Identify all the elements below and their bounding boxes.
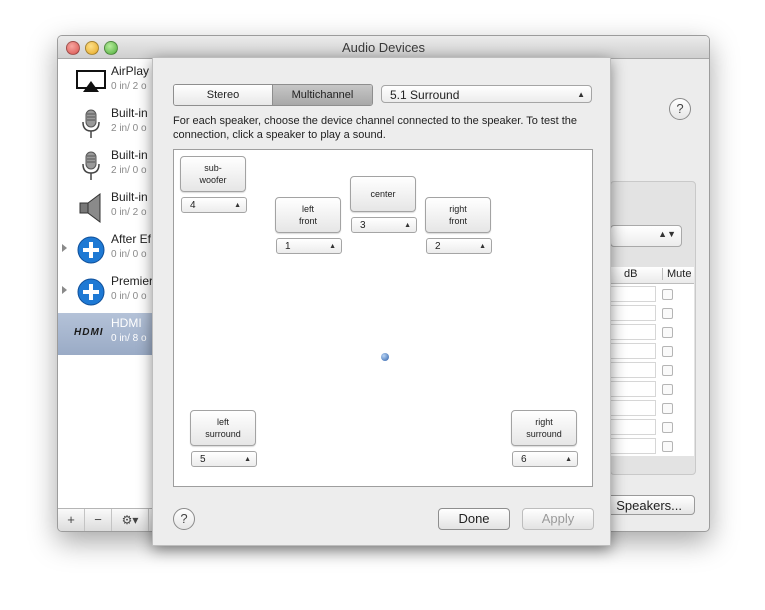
device-channels: 0 in/ 2 o — [111, 81, 147, 92]
device-channels: 0 in/ 8 o — [111, 333, 147, 344]
device-name: Built-in — [111, 190, 148, 204]
device-name: After Ef — [111, 232, 152, 246]
channel-value: 1 — [285, 241, 291, 252]
speaker-right-front[interactable]: right front — [425, 197, 491, 233]
device-channels: 2 in/ 0 o — [111, 165, 147, 176]
left-front-channel-stepper[interactable]: 1 ▲ — [276, 238, 342, 254]
remove-device-button[interactable]: − — [85, 509, 112, 531]
mute-column-header: Mute — [662, 268, 691, 280]
db-field[interactable] — [610, 305, 656, 321]
mute-checkbox[interactable] — [662, 365, 673, 376]
db-field[interactable] — [610, 362, 656, 378]
tab-stereo[interactable]: Stereo — [174, 85, 273, 105]
chevron-updown-icon: ▲ — [234, 202, 241, 209]
window-title: Audio Devices — [341, 40, 426, 55]
device-name: HDMI — [111, 316, 142, 330]
device-channels: 2 in/ 0 o — [111, 123, 147, 134]
device-channels: 0 in/ 0 o — [111, 291, 147, 302]
device-list: AirPlay 0 in/ 2 o Built-in 2 in/ 0 o Bui… — [58, 59, 155, 508]
chevron-updown-icon: ▲ — [577, 90, 585, 99]
speaker-layout-value: 5.1 Surround — [390, 88, 460, 102]
airplay-icon — [76, 70, 106, 92]
mute-checkbox[interactable] — [662, 422, 673, 433]
right-front-channel-stepper[interactable]: 2 ▲ — [426, 238, 492, 254]
done-button[interactable]: Done — [438, 508, 510, 530]
apply-button[interactable]: Apply — [522, 508, 594, 530]
disclosure-triangle-icon[interactable] — [62, 244, 67, 252]
db-field[interactable] — [610, 343, 656, 359]
right-surround-channel-stepper[interactable]: 6 ▲ — [512, 451, 578, 467]
speaker-right-surround[interactable]: right surround — [511, 410, 577, 446]
speaker-layout-popup[interactable]: 5.1 Surround ▲ — [381, 85, 592, 103]
db-field[interactable] — [610, 324, 656, 340]
chevron-updown-icon: ▲ — [329, 243, 336, 250]
channel-value: 4 — [190, 200, 196, 211]
aggregate-plus-icon — [77, 236, 105, 264]
speaker-left-surround[interactable]: left surround — [190, 410, 256, 446]
aggregate-plus-icon — [77, 278, 105, 306]
channel-table — [610, 284, 694, 456]
device-channels: 0 in/ 0 o — [111, 249, 147, 260]
channel-value: 3 — [360, 220, 366, 231]
microphone-icon — [82, 109, 100, 138]
channel-value: 2 — [435, 241, 441, 252]
device-channels: 0 in/ 2 o — [111, 207, 147, 218]
mode-segmented-control: Stereo Multichannel — [173, 84, 373, 106]
device-item-builtin-mic-1[interactable]: Built-in 2 in/ 0 o — [58, 103, 154, 145]
mute-checkbox[interactable] — [662, 384, 673, 395]
chevron-updown-icon: ▲ — [244, 456, 251, 463]
device-name: Built-in — [111, 148, 148, 162]
gear-menu-button[interactable]: ⚙▾ — [112, 509, 149, 531]
add-device-button[interactable]: + — [58, 509, 85, 531]
instructions-text: For each speaker, choose the device chan… — [173, 115, 578, 141]
db-column-header: dB — [624, 268, 638, 280]
tab-multichannel[interactable]: Multichannel — [273, 85, 372, 105]
help-button[interactable]: ? — [669, 98, 691, 120]
mute-checkbox[interactable] — [662, 289, 673, 300]
speaker-center[interactable]: center — [350, 176, 416, 212]
device-item-builtin-output[interactable]: Built-in 0 in/ 2 o — [58, 187, 154, 229]
device-item-builtin-mic-2[interactable]: Built-in 2 in/ 0 o — [58, 145, 154, 187]
mute-checkbox[interactable] — [662, 441, 673, 452]
chevron-updown-icon: ▲ — [565, 456, 572, 463]
db-field[interactable] — [610, 400, 656, 416]
mute-checkbox[interactable] — [662, 403, 673, 414]
speaker-subwoofer[interactable]: sub- woofer — [180, 156, 246, 192]
chevron-updown-icon: ▲ — [404, 222, 411, 229]
db-field[interactable] — [610, 438, 656, 454]
db-field[interactable] — [610, 381, 656, 397]
device-item-after-effects[interactable]: After Ef 0 in/ 0 o — [58, 229, 154, 271]
mute-checkbox[interactable] — [662, 327, 673, 338]
speaker-layout-area: sub- woofer 4 ▲ left front 1 ▲ center 3 ▲ r… — [173, 149, 593, 487]
device-list-toolbar: + − ⚙▾ — [58, 508, 154, 531]
center-channel-stepper[interactable]: 3 ▲ — [351, 217, 417, 233]
db-field[interactable] — [610, 419, 656, 435]
sheet-help-button[interactable]: ? — [173, 508, 195, 530]
speaker-icon — [79, 193, 101, 223]
microphone-icon — [82, 151, 100, 180]
device-name: AirPlay — [111, 64, 150, 78]
chevron-updown-icon: ▲▼ — [658, 229, 676, 239]
configure-speakers-sheet: Stereo Multichannel 5.1 Surround ▲ For e… — [152, 57, 611, 546]
disclosure-triangle-icon[interactable] — [62, 286, 67, 294]
mute-checkbox[interactable] — [662, 346, 673, 357]
db-field[interactable] — [610, 286, 656, 302]
device-name: Premier — [111, 274, 154, 288]
device-item-hdmi[interactable]: HDMI HDMI 0 in/ 8 o — [58, 313, 154, 355]
chevron-updown-icon: ▲ — [479, 243, 486, 250]
mute-checkbox[interactable] — [662, 308, 673, 319]
title-bar: Audio Devices — [58, 36, 709, 59]
device-item-premiere[interactable]: Premier 0 in/ 0 o — [58, 271, 154, 313]
left-surround-channel-stepper[interactable]: 5 ▲ — [191, 451, 257, 467]
device-item-airplay[interactable]: AirPlay 0 in/ 2 o — [58, 61, 154, 103]
device-name: Built-in — [111, 106, 148, 120]
channel-value: 6 — [521, 454, 527, 465]
channel-value: 5 — [200, 454, 206, 465]
channel-table-header: dB Mute — [610, 267, 694, 284]
speaker-left-front[interactable]: left front — [275, 197, 341, 233]
subwoofer-channel-stepper[interactable]: 4 ▲ — [181, 197, 247, 213]
source-popup[interactable]: ▲▼ — [610, 225, 682, 247]
hdmi-logo: HDMI — [74, 327, 104, 338]
listener-position-marker — [381, 353, 389, 361]
